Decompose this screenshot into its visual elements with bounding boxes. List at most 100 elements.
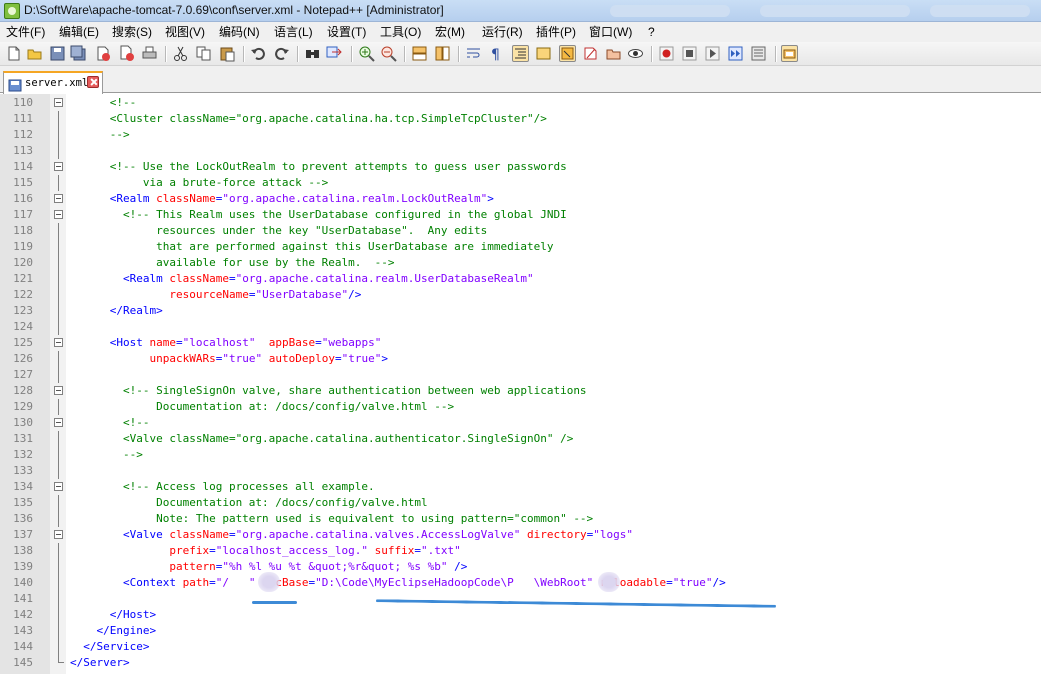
menu-encoding[interactable]: 编码(N) — [218, 24, 261, 40]
code-line[interactable]: 134 <!-- Access log processes all exampl… — [0, 479, 1041, 495]
fold-guide-line — [58, 239, 59, 255]
language-icon[interactable] — [535, 45, 552, 62]
menu-search[interactable]: 搜索(S) — [111, 24, 153, 40]
code-line[interactable]: 128 <!-- SingleSignOn valve, share authe… — [0, 383, 1041, 399]
document-map-icon[interactable] — [605, 45, 622, 62]
code-line[interactable]: 135 Documentation at: /docs/config/valve… — [0, 495, 1041, 511]
code-line[interactable]: 129 Documentation at: /docs/config/valve… — [0, 399, 1041, 415]
code-line[interactable]: 121 <Realm className="org.apache.catalin… — [0, 271, 1041, 287]
code-line[interactable]: 133 — [0, 463, 1041, 479]
code-line[interactable]: 114 <!-- Use the LockOutRealm to prevent… — [0, 159, 1041, 175]
menu-help[interactable]: ? — [647, 24, 656, 40]
code-line[interactable]: 116 <Realm className="org.apache.catalin… — [0, 191, 1041, 207]
code-line[interactable]: 125 <Host name="localhost" appBase="weba… — [0, 335, 1041, 351]
code-line[interactable]: 112 --> — [0, 127, 1041, 143]
code-line[interactable]: 142 </Host> — [0, 607, 1041, 623]
editor-area[interactable]: 110 <!-- 111 <Cluster className="org.apac… — [0, 94, 1041, 674]
play-macro-icon[interactable] — [704, 45, 721, 62]
fold-toggle-icon[interactable] — [54, 530, 63, 539]
new-icon[interactable] — [5, 45, 22, 62]
svg-text:¶: ¶ — [491, 47, 500, 62]
save-macro-icon[interactable] — [750, 45, 767, 62]
code-line[interactable]: 118 resources under the key "UserDatabas… — [0, 223, 1041, 239]
redo-icon[interactable] — [273, 45, 290, 62]
undo-icon[interactable] — [250, 45, 267, 62]
save-all-icon[interactable] — [70, 45, 87, 62]
fold-guide-line — [58, 175, 59, 191]
menu-window[interactable]: 窗口(W) — [588, 24, 633, 40]
fold-toggle-icon[interactable] — [54, 386, 63, 395]
menu-edit[interactable]: 编辑(E) — [58, 24, 100, 40]
code-line[interactable]: 111 <Cluster className="org.apache.catal… — [0, 111, 1041, 127]
code-line[interactable]: 139 pattern="%h %l %u %t &quot;%r&quot; … — [0, 559, 1041, 575]
code-line[interactable]: 124 — [0, 319, 1041, 335]
fold-toggle-icon[interactable] — [54, 194, 63, 203]
copy-icon[interactable] — [195, 45, 212, 62]
menu-macro[interactable]: 宏(M) — [434, 24, 466, 40]
code-line[interactable]: 132 --> — [0, 447, 1041, 463]
folder-icon[interactable] — [582, 45, 599, 62]
menu-run[interactable]: 运行(R) — [481, 24, 524, 40]
indent-guide-icon[interactable] — [512, 45, 529, 62]
fold-toggle-icon[interactable] — [54, 162, 63, 171]
zoom-in-icon[interactable] — [358, 45, 375, 62]
word-wrap-icon[interactable] — [465, 45, 482, 62]
record-macro-icon[interactable] — [658, 45, 675, 62]
sync-horizontal-icon[interactable] — [434, 45, 451, 62]
code-line[interactable]: 145 </Server> — [0, 655, 1041, 671]
fold-toggle-icon[interactable] — [54, 210, 63, 219]
fold-guide-line — [58, 511, 59, 527]
settings-icon[interactable] — [781, 45, 798, 62]
replace-icon[interactable] — [326, 45, 343, 62]
stop-macro-icon[interactable] — [681, 45, 698, 62]
monitor-icon[interactable] — [627, 45, 644, 62]
fold-toggle-icon[interactable] — [54, 338, 63, 347]
open-icon[interactable] — [26, 45, 43, 62]
menu-language[interactable]: 语言(L) — [273, 24, 314, 40]
code-line[interactable]: 113 — [0, 143, 1041, 159]
menu-tools[interactable]: 工具(O) — [379, 24, 422, 40]
code-line[interactable]: 122 resourceName="UserDatabase"/> — [0, 287, 1041, 303]
code-text: that are performed against this UserData… — [70, 239, 553, 255]
code-line[interactable]: 140 <Context path="/ " docBase="D:\Code\… — [0, 575, 1041, 591]
menu-plugins[interactable]: 插件(P) — [535, 24, 577, 40]
tab-server-xml[interactable]: server.xml — [3, 71, 103, 94]
code-line[interactable]: 138 prefix="localhost_access_log." suffi… — [0, 543, 1041, 559]
code-line[interactable]: 120 available for use by the Realm. --> — [0, 255, 1041, 271]
code-line[interactable]: 137 <Valve className="org.apache.catalin… — [0, 527, 1041, 543]
function-list-icon[interactable] — [559, 45, 576, 62]
save-icon[interactable] — [49, 45, 66, 62]
code-line[interactable]: 127 — [0, 367, 1041, 383]
show-all-chars-icon[interactable]: ¶ — [487, 45, 504, 62]
run-macro-multiple-icon[interactable] — [727, 45, 744, 62]
code-line[interactable]: 126 unpackWARs="true" autoDeploy="true"> — [0, 351, 1041, 367]
code-line[interactable]: 136 Note: The pattern used is equivalent… — [0, 511, 1041, 527]
code-line[interactable]: 115 via a brute-force attack --> — [0, 175, 1041, 191]
close-icon[interactable] — [87, 76, 99, 88]
close-all-icon[interactable] — [118, 45, 135, 62]
menu-view[interactable]: 视图(V) — [164, 24, 206, 40]
fold-toggle-icon[interactable] — [54, 418, 63, 427]
line-number: 127 — [13, 368, 33, 381]
title-bar[interactable]: D:\SoftWare\apache-tomcat-7.0.69\conf\se… — [0, 0, 1041, 22]
cut-icon[interactable] — [172, 45, 189, 62]
print-icon[interactable] — [141, 45, 158, 62]
sync-vertical-icon[interactable] — [411, 45, 428, 62]
close-icon[interactable] — [94, 45, 111, 62]
code-line[interactable]: 141 — [0, 591, 1041, 607]
menu-file[interactable]: 文件(F) — [5, 24, 46, 40]
code-line[interactable]: 130 <!-- — [0, 415, 1041, 431]
fold-toggle-icon[interactable] — [54, 98, 63, 107]
menu-settings[interactable]: 设置(T) — [326, 24, 367, 40]
code-line[interactable]: 110 <!-- — [0, 95, 1041, 111]
zoom-out-icon[interactable] — [380, 45, 397, 62]
find-icon[interactable] — [304, 45, 321, 62]
code-line[interactable]: 123 </Realm> — [0, 303, 1041, 319]
code-line[interactable]: 131 <Valve className="org.apache.catalin… — [0, 431, 1041, 447]
code-line[interactable]: 144 </Service> — [0, 639, 1041, 655]
code-line[interactable]: 143 </Engine> — [0, 623, 1041, 639]
code-line[interactable]: 119 that are performed against this User… — [0, 239, 1041, 255]
fold-toggle-icon[interactable] — [54, 482, 63, 491]
code-line[interactable]: 117 <!-- This Realm uses the UserDatabas… — [0, 207, 1041, 223]
paste-icon[interactable] — [219, 45, 236, 62]
